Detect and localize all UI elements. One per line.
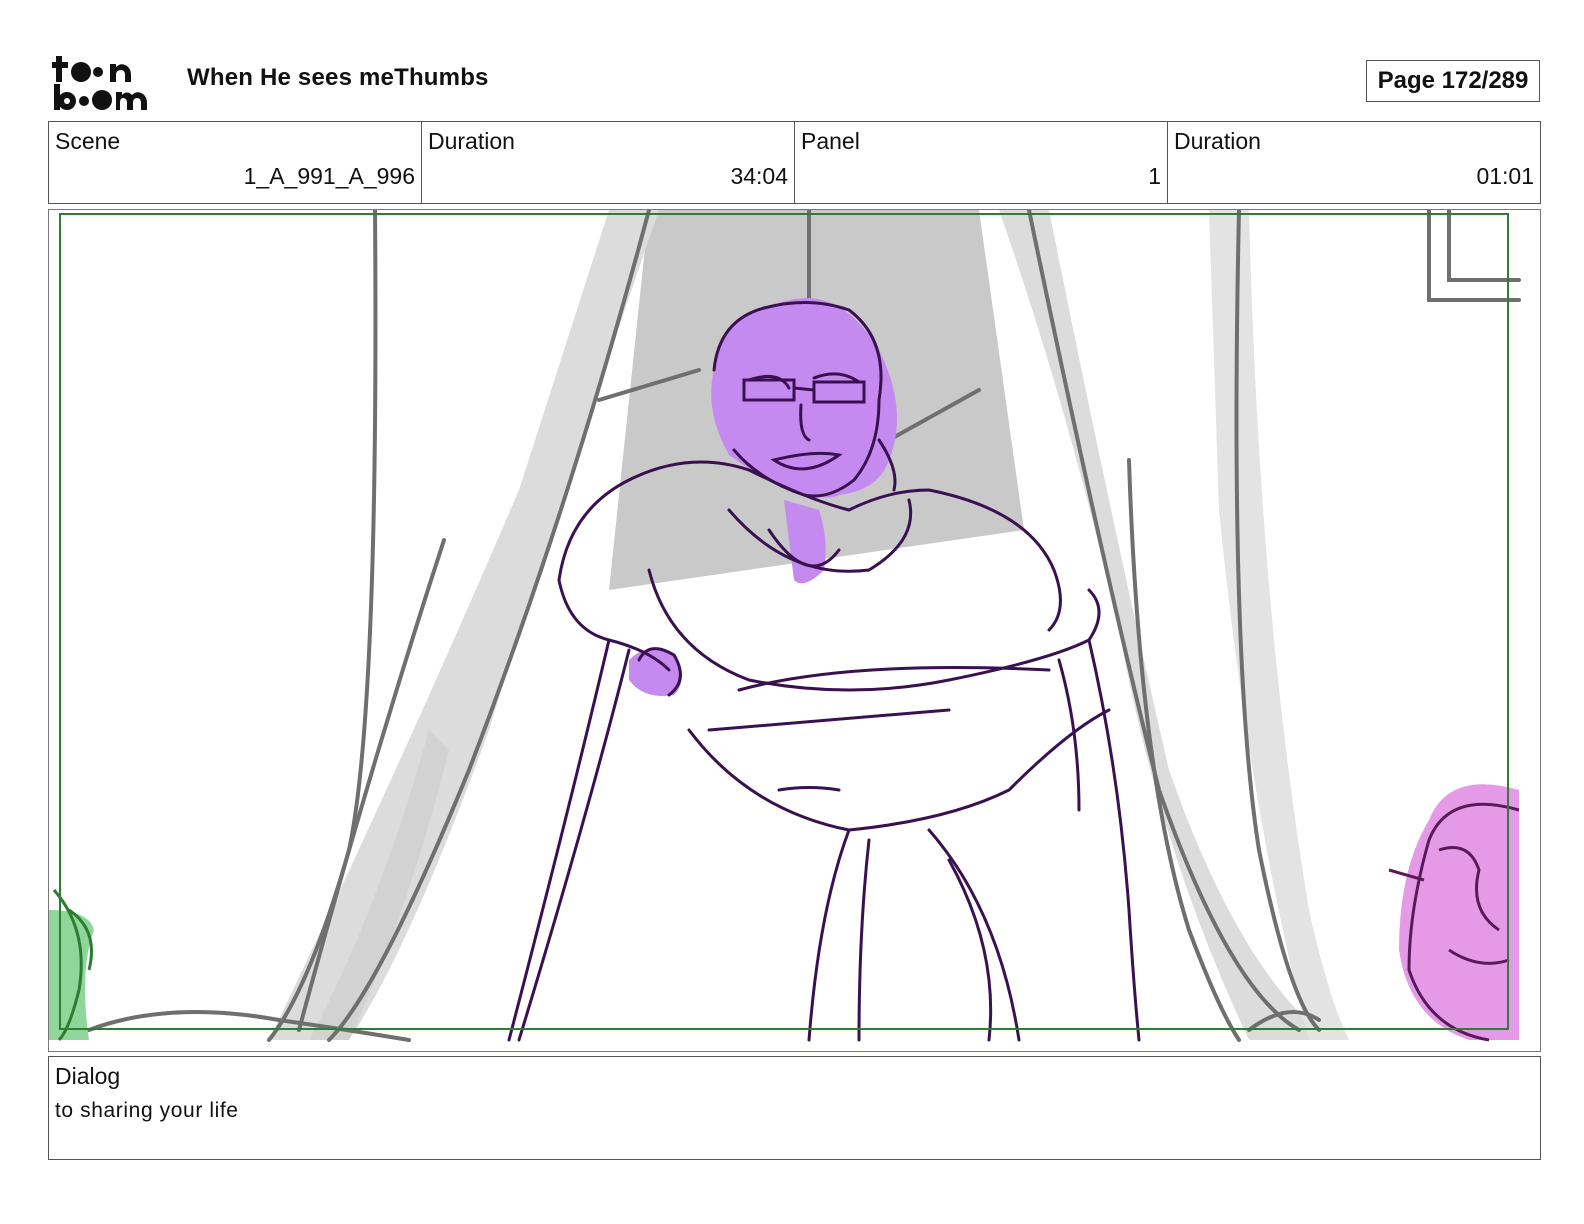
toonboom-logo [52,56,147,110]
dialog-box: Dialog to sharing your life [48,1056,1541,1160]
scene-value: 1_A_991_A_996 [243,163,415,189]
scene-duration-label: Duration [428,128,515,154]
dialog-text: to sharing your life [55,1099,239,1122]
panel-duration-label: Duration [1174,128,1261,154]
right-curtain-shade [999,210,1329,1040]
scene-duration-value: 34:04 [730,163,788,189]
storyboard-panel [48,209,1541,1052]
panel-drawing [49,210,1521,1042]
dialog-label: Dialog [55,1063,121,1089]
page-indicator: Page 172/289 [1366,60,1540,102]
panel-duration-value: 01:01 [1476,163,1534,189]
scene-info-table: Scene 1_A_991_A_996 Duration 34:04 Panel… [48,121,1541,204]
panel-duration-cell: Duration 01:01 [1168,122,1540,203]
panel-value: 1 [1148,163,1161,189]
main-character-braid [784,500,826,584]
panel-label: Panel [801,128,860,154]
scene-cell: Scene 1_A_991_A_996 [49,122,422,203]
right-character-fill [1399,784,1519,1040]
scene-label: Scene [55,128,121,154]
panel-cell: Panel 1 [795,122,1168,203]
document-title: When He sees meThumbs [187,64,489,91]
scene-duration-cell: Duration 34:04 [422,122,795,203]
